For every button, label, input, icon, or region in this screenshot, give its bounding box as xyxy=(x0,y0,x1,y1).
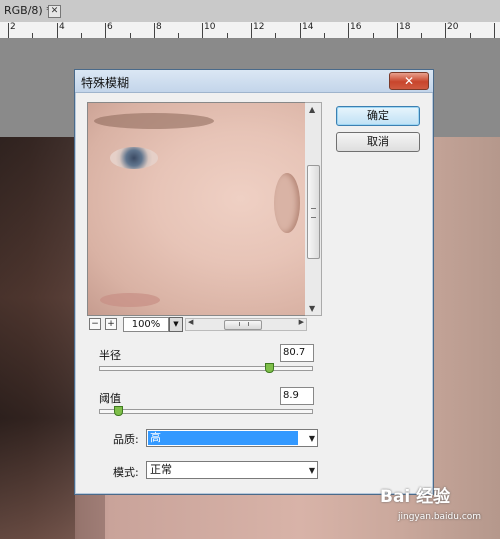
ruler-tick xyxy=(348,23,349,38)
quality-select[interactable]: 高 ▼ xyxy=(146,429,318,447)
scroll-right-icon[interactable]: ▶ xyxy=(299,318,304,326)
ruler-tick xyxy=(105,23,106,38)
watermark: Bai 经验 jingyan.baidu.com xyxy=(380,482,498,534)
document-tab-bar: RGB/8) * ✕ xyxy=(0,0,500,23)
ruler-tick xyxy=(57,23,58,38)
radius-input[interactable]: 80.7 xyxy=(280,344,314,362)
preview-eye xyxy=(110,147,158,169)
ok-button[interactable]: 确定 xyxy=(336,106,420,126)
dialog-title: 特殊模糊 xyxy=(81,76,130,90)
preview-ear xyxy=(274,173,300,233)
radius-label: 半径 xyxy=(99,349,121,362)
ruler-tick xyxy=(227,33,228,38)
smart-blur-dialog: 特殊模糊 ✕ ▲ ▼ − + 100% ▼ ◀ ▶ 确定 取消 半径 80.7 … xyxy=(74,69,434,495)
threshold-label: 阈值 xyxy=(99,392,121,405)
chevron-down-icon[interactable]: ▼ xyxy=(309,466,315,475)
ruler-tick xyxy=(154,23,155,38)
ruler-label: 8 xyxy=(156,22,162,32)
ruler-tick xyxy=(300,23,301,38)
threshold-slider-track[interactable] xyxy=(99,409,313,414)
cancel-button[interactable]: 取消 xyxy=(336,132,420,152)
grip-icon xyxy=(239,322,249,326)
preview-vertical-scrollbar[interactable]: ▲ ▼ xyxy=(305,102,322,316)
zoom-out-button[interactable]: − xyxy=(89,318,101,330)
ruler-label: 18 xyxy=(399,22,411,32)
watermark-brand: Bai 经验 xyxy=(380,487,451,507)
scroll-down-icon[interactable]: ▼ xyxy=(309,304,315,313)
close-dialog-button[interactable]: ✕ xyxy=(389,72,429,90)
threshold-slider-handle[interactable] xyxy=(114,406,124,416)
ruler-tick xyxy=(202,23,203,38)
mode-label: 模式: xyxy=(113,466,139,479)
document-tab-label[interactable]: RGB/8) * xyxy=(4,4,52,17)
ruler-label: 12 xyxy=(253,22,265,32)
photo-hair-region xyxy=(0,137,75,539)
ruler-tick xyxy=(178,33,179,38)
quality-label: 品质: xyxy=(113,433,139,446)
quality-selected-value: 高 xyxy=(148,431,298,445)
horizontal-scroll-thumb[interactable] xyxy=(224,320,262,330)
ruler-label: 16 xyxy=(350,22,362,32)
radius-slider-track[interactable] xyxy=(99,366,313,371)
ruler-tick xyxy=(81,33,82,38)
close-document-icon[interactable]: ✕ xyxy=(48,5,61,18)
scroll-up-icon[interactable]: ▲ xyxy=(309,105,315,114)
preview-lip xyxy=(100,293,160,307)
mode-selected-value: 正常 xyxy=(150,463,172,476)
ruler-tick xyxy=(397,23,398,38)
ruler-label: 14 xyxy=(302,22,314,32)
ruler-label: 6 xyxy=(107,22,113,32)
ruler-label: 4 xyxy=(59,22,65,32)
ruler-tick xyxy=(251,23,252,38)
ruler-label: 2 xyxy=(10,22,16,32)
ruler-tick xyxy=(324,33,325,38)
watermark-url: jingyan.baidu.com xyxy=(398,512,482,522)
preview-image[interactable] xyxy=(87,102,307,316)
ruler-tick xyxy=(373,33,374,38)
ruler-tick xyxy=(130,33,131,38)
preview-horizontal-scrollbar[interactable]: ◀ ▶ xyxy=(185,318,307,331)
zoom-dropdown-icon[interactable]: ▼ xyxy=(169,317,183,332)
zoom-in-button[interactable]: + xyxy=(105,318,117,330)
zoom-bar: − + 100% ▼ ◀ ▶ xyxy=(87,315,321,333)
dialog-titlebar[interactable]: 特殊模糊 ✕ xyxy=(75,70,433,93)
chevron-down-icon[interactable]: ▼ xyxy=(309,434,315,443)
ruler-label: 20 xyxy=(447,22,459,32)
ruler-tick xyxy=(8,23,9,38)
ruler-label: 10 xyxy=(204,22,216,32)
ruler-tick xyxy=(275,33,276,38)
ruler-tick xyxy=(421,33,422,38)
ruler-tick xyxy=(32,33,33,38)
threshold-input[interactable]: 8.9 xyxy=(280,387,314,405)
ruler-tick xyxy=(470,33,471,38)
vertical-scroll-thumb[interactable] xyxy=(307,165,320,259)
scroll-left-icon[interactable]: ◀ xyxy=(188,318,193,326)
grip-icon xyxy=(311,208,316,218)
zoom-level-field[interactable]: 100% xyxy=(123,317,169,332)
horizontal-ruler: 2 4 6 8 10 12 14 16 18 20 xyxy=(0,22,500,39)
mode-select[interactable]: 正常 ▼ xyxy=(146,461,318,479)
radius-slider-handle[interactable] xyxy=(264,363,274,373)
preview-eyebrow xyxy=(94,113,214,129)
ruler-tick xyxy=(494,23,495,38)
ruler-tick xyxy=(445,23,446,38)
